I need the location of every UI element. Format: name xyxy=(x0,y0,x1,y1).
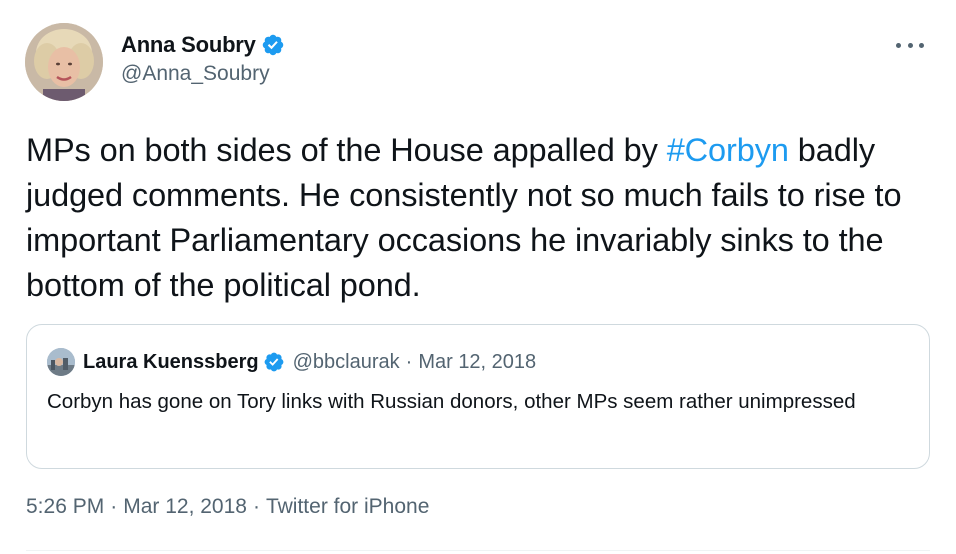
tweet-time[interactable]: 5:26 PM xyxy=(26,495,104,518)
verified-badge-icon xyxy=(262,34,283,56)
more-dot xyxy=(896,42,901,48)
tweet-meta: 5:26 PM · Mar 12, 2018 · Twitter for iPhone xyxy=(26,495,429,519)
quoted-verified-badge-icon xyxy=(264,352,284,372)
author-name-row: Anna Soubry xyxy=(121,30,285,60)
quoted-tweet-text: Corbyn has gone on Tory links with Russi… xyxy=(47,390,856,413)
tweet-text: MPs on both sides of the House appalled … xyxy=(26,128,931,308)
quoted-author-handle: @bbclaurak xyxy=(292,350,400,373)
quoted-author-avatar-image xyxy=(47,348,75,376)
tweet-card: Anna Soubry @Anna_Soubry MPs on both sid… xyxy=(0,0,956,554)
meta-separator: · xyxy=(110,495,118,518)
author-avatar[interactable] xyxy=(25,23,103,101)
more-dot xyxy=(907,42,913,48)
quoted-tweet-header: Laura Kuenssberg @bbclaurak · Mar 12, 20… xyxy=(47,347,536,377)
divider xyxy=(26,550,930,551)
meta-separator: · xyxy=(252,495,260,518)
author-name[interactable]: Anna Soubry xyxy=(121,32,256,58)
more-horizontal-icon[interactable] xyxy=(896,38,924,52)
tweet-date[interactable]: Mar 12, 2018 xyxy=(123,495,247,518)
quoted-separator: · xyxy=(405,350,413,373)
quoted-tweet[interactable]: Laura Kuenssberg @bbclaurak · Mar 12, 20… xyxy=(26,324,930,469)
author-handle[interactable]: @Anna_Soubry xyxy=(121,62,270,86)
hashtag-link[interactable]: #Corbyn xyxy=(667,132,789,168)
quoted-author-name: Laura Kuenssberg xyxy=(83,350,259,373)
more-dot xyxy=(919,42,924,48)
author-avatar-image xyxy=(25,23,103,101)
quoted-author-avatar xyxy=(47,348,75,376)
tweet-text-before: MPs on both sides of the House appalled … xyxy=(26,132,667,168)
quoted-date: Mar 12, 2018 xyxy=(418,350,537,373)
tweet-source[interactable]: Twitter for iPhone xyxy=(266,495,429,518)
